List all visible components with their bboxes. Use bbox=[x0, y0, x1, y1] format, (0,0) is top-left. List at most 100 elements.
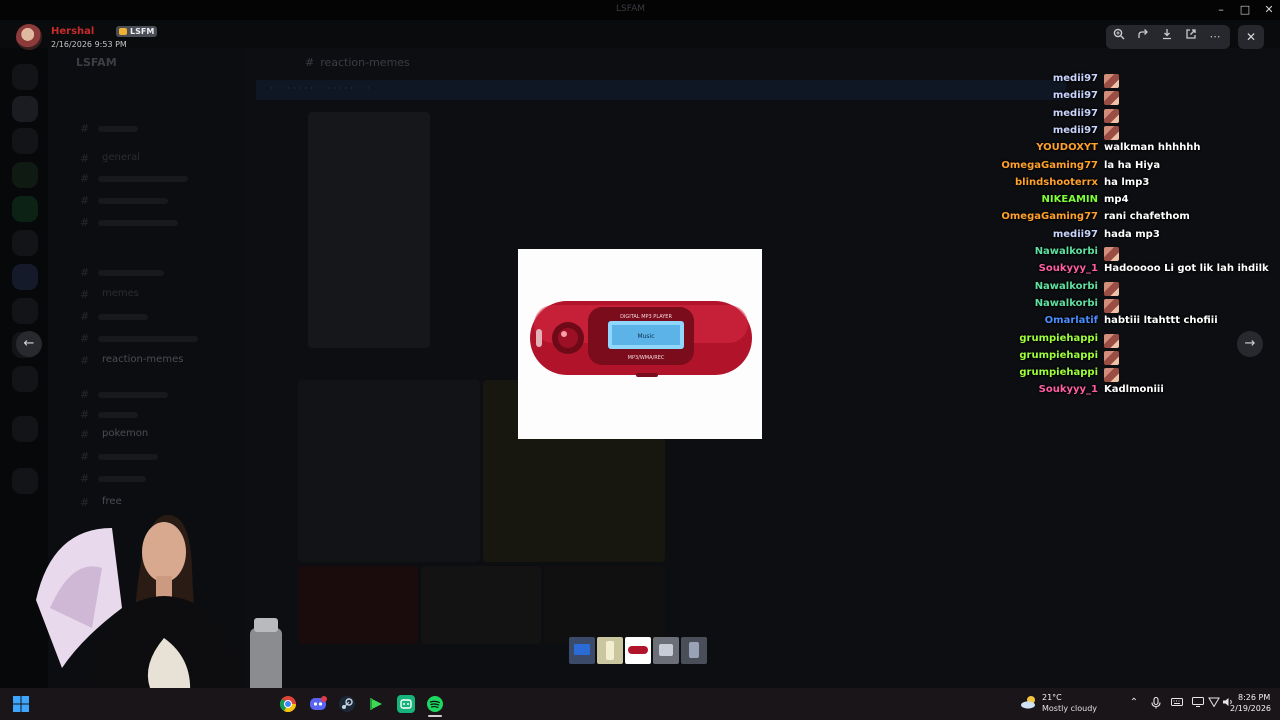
server-icon[interactable] bbox=[12, 196, 38, 222]
chat-username[interactable]: Soukyyy_1 bbox=[1039, 263, 1098, 274]
server-icon[interactable] bbox=[12, 416, 38, 442]
chat-username[interactable]: Omarlatif bbox=[1045, 315, 1098, 326]
arrow-left-icon[interactable]: ← bbox=[16, 331, 42, 357]
steam-icon[interactable] bbox=[338, 695, 356, 713]
spotify-icon[interactable] bbox=[426, 695, 444, 713]
chat-username[interactable]: OmegaGaming77 bbox=[1001, 160, 1098, 171]
chrome-icon[interactable] bbox=[279, 695, 297, 713]
chat-line: medii97 bbox=[1000, 108, 1280, 125]
chat-username[interactable]: medii97 bbox=[1053, 90, 1098, 101]
minimize-icon[interactable]: – bbox=[1213, 2, 1229, 18]
chat-username[interactable]: YOUDOXYT bbox=[1036, 142, 1098, 153]
server-icon[interactable] bbox=[12, 264, 38, 290]
chat-username[interactable]: medii97 bbox=[1053, 108, 1098, 119]
chat-username[interactable]: medii97 bbox=[1053, 125, 1098, 136]
download-icon[interactable] bbox=[1157, 27, 1177, 47]
server-icon[interactable] bbox=[12, 366, 38, 392]
chat-username[interactable]: grumpiehappi bbox=[1019, 350, 1098, 361]
server-icon[interactable] bbox=[12, 230, 38, 256]
zoom-icon[interactable] bbox=[1109, 27, 1129, 47]
image-viewer-header bbox=[0, 20, 1280, 56]
player-format: MP3/WMA/REC bbox=[628, 355, 665, 361]
chat-username[interactable]: blindshooterrx bbox=[1015, 177, 1098, 188]
attachment-image[interactable] bbox=[298, 566, 418, 644]
app-icon[interactable] bbox=[397, 695, 415, 713]
channel-item-reaction-memes[interactable]: # reaction-memes bbox=[80, 354, 210, 368]
chat-line: Soukyyy_1 Kadlmoniii bbox=[1000, 384, 1280, 401]
channel-item[interactable]: # bbox=[80, 388, 210, 402]
thumbnail-selected[interactable] bbox=[625, 637, 651, 664]
server-icon[interactable] bbox=[12, 298, 38, 324]
channel-item[interactable]: # bbox=[80, 310, 210, 324]
screen: LSFAM – □ ✕ LSFAM # # general # # # # # … bbox=[0, 0, 1280, 720]
forward-icon[interactable] bbox=[1133, 27, 1153, 47]
server-icon[interactable] bbox=[12, 128, 38, 154]
chat-username[interactable]: Nawalkorbi bbox=[1035, 246, 1098, 257]
viewer-image[interactable]: Music DIGITAL MP3 PLAYER MP3/WMA/REC bbox=[518, 249, 762, 439]
thumbnail[interactable] bbox=[681, 637, 707, 664]
more-icon[interactable]: ⋯ bbox=[1205, 27, 1225, 47]
server-name[interactable]: LSFAM bbox=[76, 56, 117, 69]
viewer-toolbar: ⋯ bbox=[1106, 25, 1230, 49]
chat-username[interactable]: OmegaGaming77 bbox=[1001, 211, 1098, 222]
author-name[interactable]: Hershal bbox=[51, 26, 94, 37]
chevron-up-icon[interactable]: ⌃ bbox=[1127, 697, 1141, 708]
server-icon[interactable] bbox=[12, 96, 38, 122]
chat-line: medii97 bbox=[1000, 125, 1280, 142]
open-external-icon[interactable] bbox=[1181, 27, 1201, 47]
windows-start-icon[interactable] bbox=[12, 695, 30, 713]
chat-emote-icon bbox=[1104, 125, 1119, 140]
clock-date[interactable]: 2/19/2026 bbox=[1230, 704, 1271, 713]
server-icon[interactable] bbox=[12, 64, 38, 90]
channel-item[interactable]: # bbox=[80, 408, 210, 422]
microphone-icon[interactable] bbox=[1149, 696, 1163, 712]
chat-username[interactable]: medii97 bbox=[1053, 73, 1098, 84]
chat-username[interactable]: grumpiehappi bbox=[1019, 333, 1098, 344]
chat-line: Nawalkorbi bbox=[1000, 281, 1280, 298]
channel-item[interactable]: # bbox=[80, 332, 210, 346]
weather-temperature[interactable]: 21°C bbox=[1042, 693, 1062, 702]
close-icon[interactable]: ✕ bbox=[1238, 25, 1264, 49]
chat-username[interactable]: Soukyyy_1 bbox=[1039, 384, 1098, 395]
chat-emote-icon bbox=[1104, 91, 1119, 106]
thumbnail[interactable] bbox=[597, 637, 623, 664]
channel-item[interactable]: # bbox=[80, 266, 210, 280]
channel-item-pokemon[interactable]: # pokemon bbox=[80, 428, 210, 442]
chat-username[interactable]: Nawalkorbi bbox=[1035, 281, 1098, 292]
discord-icon[interactable] bbox=[309, 695, 327, 713]
chat-emote-icon bbox=[1104, 247, 1119, 261]
attachment-image[interactable] bbox=[544, 566, 665, 644]
chat-line: OmegaGaming77 rani chafethom bbox=[1000, 211, 1280, 228]
window-titlebar: LSFAM – □ ✕ bbox=[0, 0, 1280, 20]
channel-item[interactable]: # bbox=[80, 194, 210, 208]
channel-item[interactable]: # bbox=[80, 472, 210, 486]
cloud-icon[interactable] bbox=[1020, 694, 1038, 709]
keyboard-icon[interactable] bbox=[1170, 697, 1184, 710]
server-icon[interactable] bbox=[12, 162, 38, 188]
channel-item[interactable]: # bbox=[80, 172, 210, 186]
maximize-icon[interactable]: □ bbox=[1237, 2, 1253, 18]
attachment-image[interactable] bbox=[421, 566, 541, 644]
channel-item[interactable]: # bbox=[80, 216, 210, 230]
channel-item[interactable]: # general bbox=[80, 152, 210, 166]
display-icon[interactable] bbox=[1191, 697, 1205, 710]
chat-username[interactable]: medii97 bbox=[1053, 229, 1098, 240]
thumbnail[interactable] bbox=[653, 637, 679, 664]
chat-username[interactable]: Nawalkorbi bbox=[1035, 298, 1098, 309]
window-close-icon[interactable]: ✕ bbox=[1261, 2, 1277, 18]
clock-time[interactable]: 8:26 PM bbox=[1238, 693, 1270, 702]
chat-username[interactable]: grumpiehappi bbox=[1019, 367, 1098, 378]
xbox-app-icon[interactable] bbox=[367, 695, 385, 713]
channel-item[interactable]: # memes bbox=[80, 288, 210, 302]
thumbnail[interactable] bbox=[569, 637, 595, 664]
channel-title: # reaction-memes bbox=[305, 56, 410, 69]
channel-item[interactable]: # bbox=[80, 122, 210, 136]
attachment-image[interactable] bbox=[308, 112, 430, 348]
attachment-image[interactable] bbox=[298, 380, 480, 562]
chat-username[interactable]: NIKEAMIN bbox=[1042, 194, 1098, 205]
avatar[interactable] bbox=[16, 24, 42, 50]
chat-emote-icon bbox=[1104, 350, 1119, 365]
weather-condition[interactable]: Mostly cloudy bbox=[1042, 704, 1097, 713]
channel-item[interactable]: # bbox=[80, 450, 210, 464]
network-icon[interactable] bbox=[1207, 697, 1221, 710]
